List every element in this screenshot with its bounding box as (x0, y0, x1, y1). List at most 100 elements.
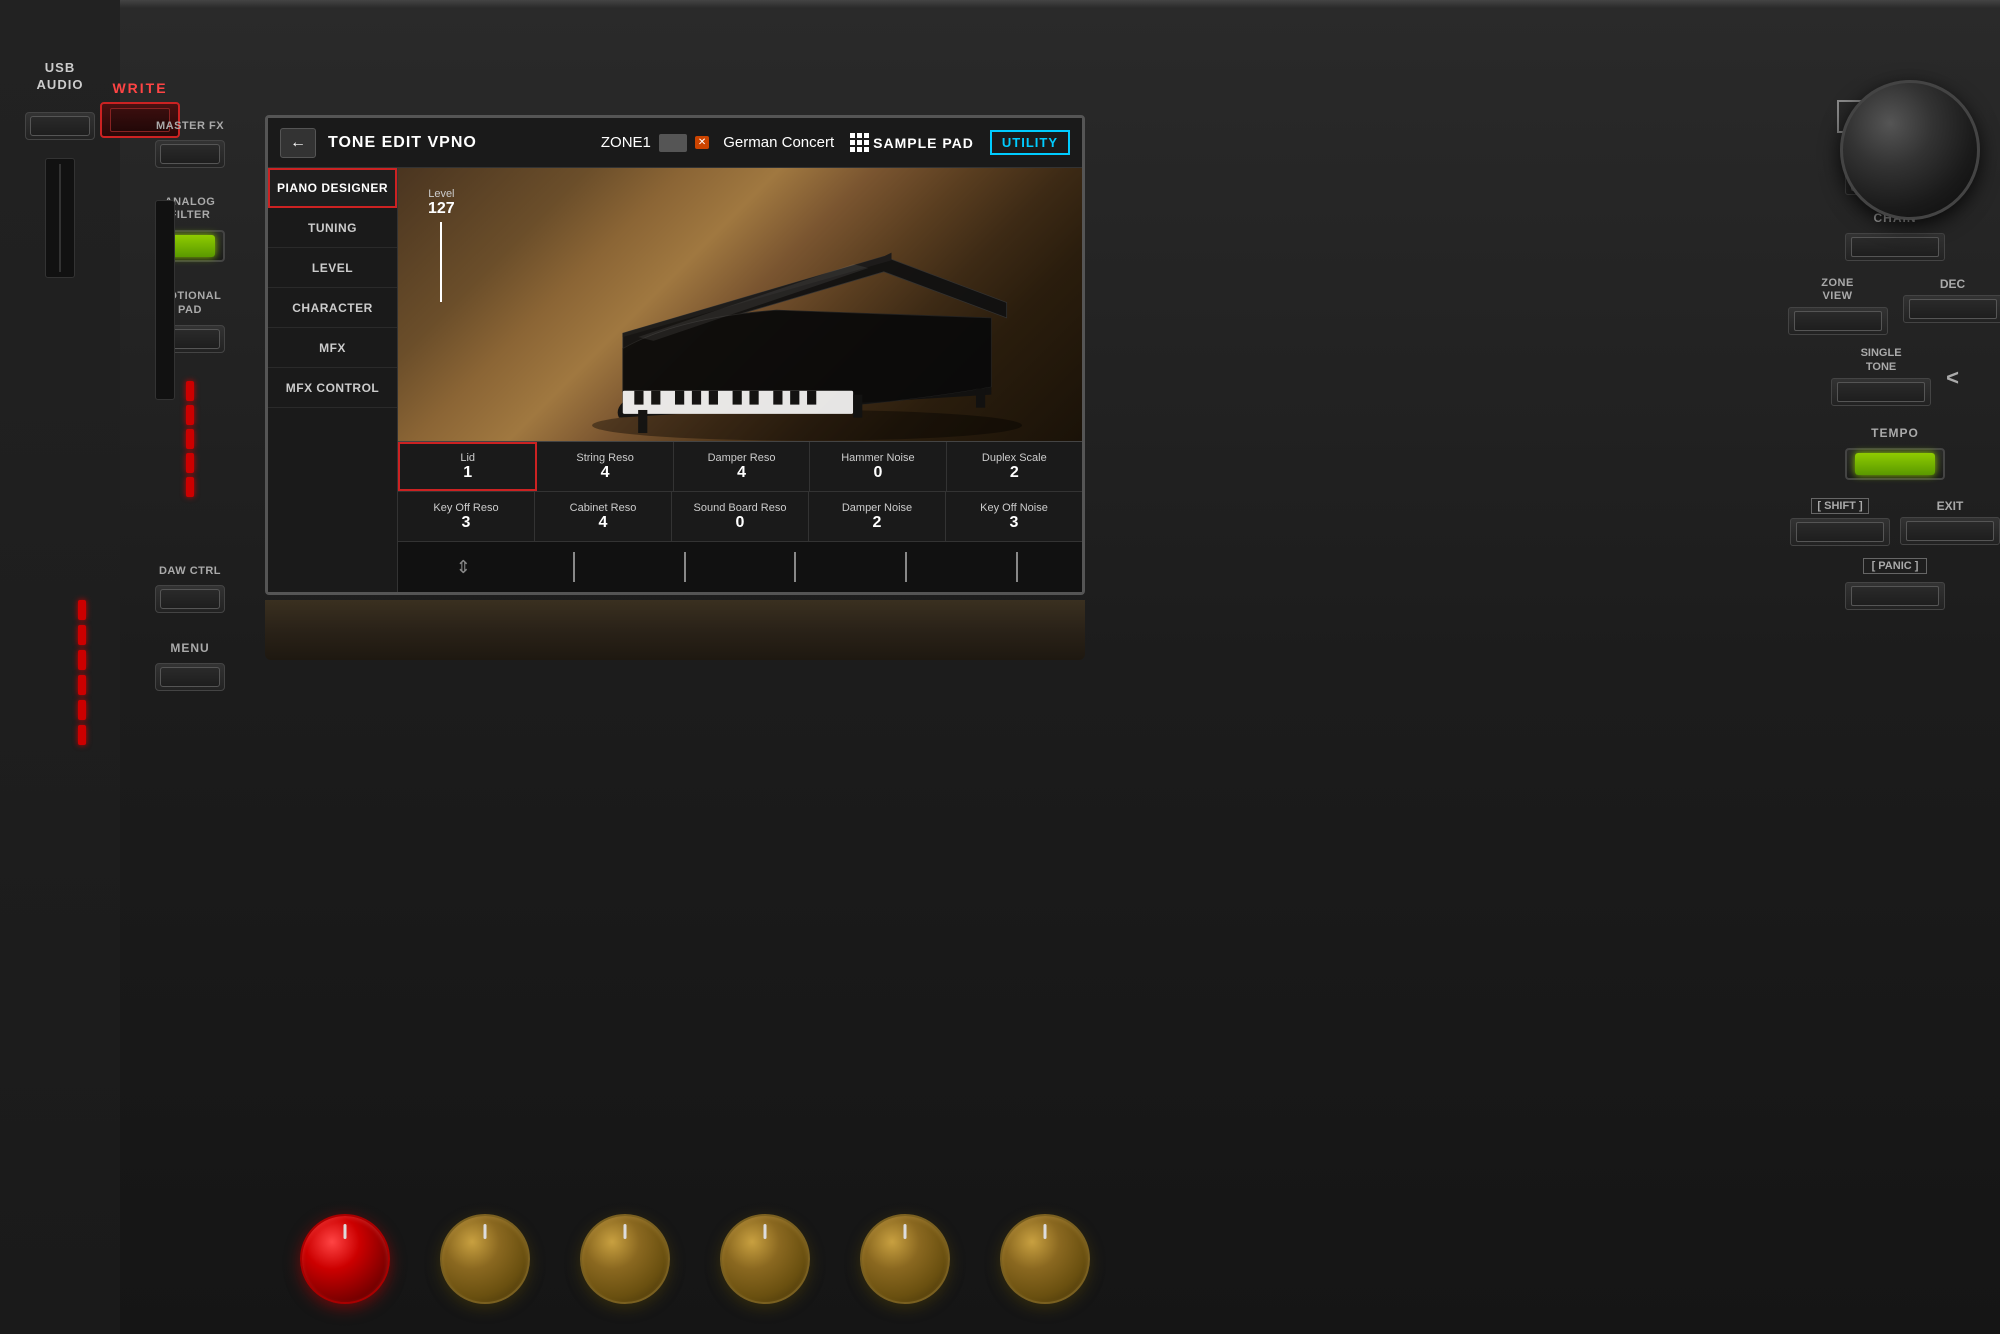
dec-button[interactable] (1903, 295, 2000, 323)
master-fx-button[interactable] (155, 140, 225, 168)
menu-item-piano-designer[interactable]: PIANO DESIGNER (268, 168, 397, 208)
shift-exit-row: [ SHIFT ] EXIT (1790, 498, 2000, 546)
left-panel: USB AUDIO (0, 0, 120, 1334)
top-edge (0, 0, 2000, 8)
param-string-reso-name: String Reso (576, 452, 633, 464)
piano-svg (501, 195, 1082, 441)
param-lid[interactable]: Lid 1 (398, 442, 537, 491)
param-key-off-reso[interactable]: Key Off Reso 3 (398, 492, 535, 541)
param-cabinet-reso[interactable]: Cabinet Reso 4 (535, 492, 672, 541)
knob-3-gold[interactable] (580, 1214, 670, 1304)
led-strip-4 (78, 675, 86, 695)
knob-6-gold[interactable] (1000, 1214, 1090, 1304)
exit-button[interactable] (1900, 517, 2000, 545)
screen-title: TONE EDIT VPNO (328, 134, 477, 152)
param-hammer-noise[interactable]: Hammer Noise 0 (810, 442, 946, 491)
param-sound-board-reso-name: Sound Board Reso (694, 502, 787, 514)
utility-button[interactable]: UTILITY (990, 130, 1070, 155)
sample-pad-label: SAMPLE PAD (873, 135, 974, 151)
param-string-reso-value: 4 (601, 464, 610, 482)
daw-ctrl-button[interactable] (155, 585, 225, 613)
large-encoder-knob[interactable] (1840, 80, 1980, 220)
left-slider[interactable] (45, 158, 75, 278)
menu-item-mfx[interactable]: MFX (268, 328, 397, 368)
menu-item-level[interactable]: LEVEL (268, 248, 397, 288)
slider-marker-6 (1016, 552, 1018, 582)
knob-5-gold[interactable] (860, 1214, 950, 1304)
slider-2[interactable] (519, 552, 630, 582)
zone-badge: ✕ (695, 136, 709, 149)
single-tone-button[interactable] (1831, 378, 1931, 406)
param-damper-noise[interactable]: Damper Noise 2 (809, 492, 946, 541)
usb-audio-button[interactable] (25, 112, 95, 140)
sample-pad-button[interactable]: SAMPLE PAD (850, 133, 974, 152)
slider-5[interactable] (851, 552, 962, 582)
shift-label: [ SHIFT ] (1811, 498, 1868, 514)
led-2 (186, 405, 194, 425)
knob-2-indicator (484, 1224, 487, 1239)
slider-updown: ⇕ (408, 557, 519, 578)
led-1 (186, 381, 194, 401)
led-strip-1 (78, 600, 86, 620)
slider-4[interactable] (740, 552, 851, 582)
param-key-off-reso-value: 3 (462, 514, 471, 532)
param-sound-board-reso[interactable]: Sound Board Reso 0 (672, 492, 809, 541)
knob-2-gold[interactable] (440, 1214, 530, 1304)
knob-4-gold[interactable] (720, 1214, 810, 1304)
zone-view-col: ZONEVIEW (1788, 277, 1888, 335)
param-string-reso[interactable]: String Reso 4 (537, 442, 673, 491)
tempo-led (1855, 453, 1935, 475)
shift-button[interactable] (1790, 518, 1890, 546)
panic-button[interactable] (1845, 582, 1945, 610)
vert-slider[interactable] (155, 200, 175, 400)
led-4 (186, 453, 194, 473)
single-arrow-area: SINGLETONE < (1831, 347, 1959, 405)
slider-marker-5 (905, 552, 907, 582)
level-indicator: Level 127 (428, 188, 455, 306)
zone-label: ZONE1 (601, 134, 651, 151)
usb-audio-label: USB AUDIO (37, 60, 84, 94)
param-damper-reso-name: Damper Reso (708, 452, 776, 464)
slider-6[interactable] (961, 552, 1072, 582)
params-row-2: Key Off Reso 3 Cabinet Reso 4 Sound Boar… (398, 492, 1082, 542)
single-tone-col: SINGLETONE (1831, 347, 1931, 405)
menu-item-mfx-control[interactable]: MFX CONTROL (268, 368, 397, 408)
slider-marker-2 (573, 552, 575, 582)
shift-col: [ SHIFT ] (1790, 498, 1890, 546)
arrow-label: < (1946, 365, 1959, 391)
param-cabinet-reso-value: 4 (599, 514, 608, 532)
param-cabinet-reso-name: Cabinet Reso (570, 502, 637, 514)
knob-1-red[interactable] (300, 1214, 390, 1304)
tempo-button[interactable] (1845, 448, 1945, 480)
led-strip-5 (78, 700, 86, 720)
led-strip (186, 381, 194, 497)
param-key-off-noise[interactable]: Key Off Noise 3 (946, 492, 1082, 541)
slider-marker-3 (684, 552, 686, 582)
bottom-panel (265, 600, 1085, 660)
param-damper-noise-name: Damper Noise (842, 502, 912, 514)
menu-item-character[interactable]: CHARACTER (268, 288, 397, 328)
exit-label: EXIT (1937, 499, 1964, 513)
level-label: Level (428, 188, 455, 200)
param-hammer-noise-name: Hammer Noise (841, 452, 914, 464)
led-5 (186, 477, 194, 497)
piano-visual: Level 127 (398, 168, 1082, 441)
screen-header: ← TONE EDIT VPNO ZONE1 ✕ German Concert … (268, 118, 1082, 168)
menu-label: MENU (170, 641, 209, 655)
param-damper-reso-value: 4 (737, 464, 746, 482)
knob-3-indicator (624, 1224, 627, 1239)
exit-col: EXIT (1900, 499, 2000, 545)
knob-5-indicator (904, 1224, 907, 1239)
header-zone: ZONE1 ✕ German Concert SAMPLE PAD UTILIT… (601, 130, 1070, 155)
back-button[interactable]: ← (280, 128, 316, 158)
param-hammer-noise-value: 0 (873, 464, 882, 482)
menu-item-tuning[interactable]: TUNING (268, 208, 397, 248)
menu-button[interactable] (155, 663, 225, 691)
param-damper-reso[interactable]: Damper Reso 4 (674, 442, 810, 491)
slider-3[interactable] (629, 552, 740, 582)
led-3 (186, 429, 194, 449)
tempo-label: TEMPO (1871, 426, 1919, 440)
param-duplex-scale[interactable]: Duplex Scale 2 (947, 442, 1082, 491)
zone-view-button[interactable] (1788, 307, 1888, 335)
chain-button[interactable] (1845, 233, 1945, 261)
